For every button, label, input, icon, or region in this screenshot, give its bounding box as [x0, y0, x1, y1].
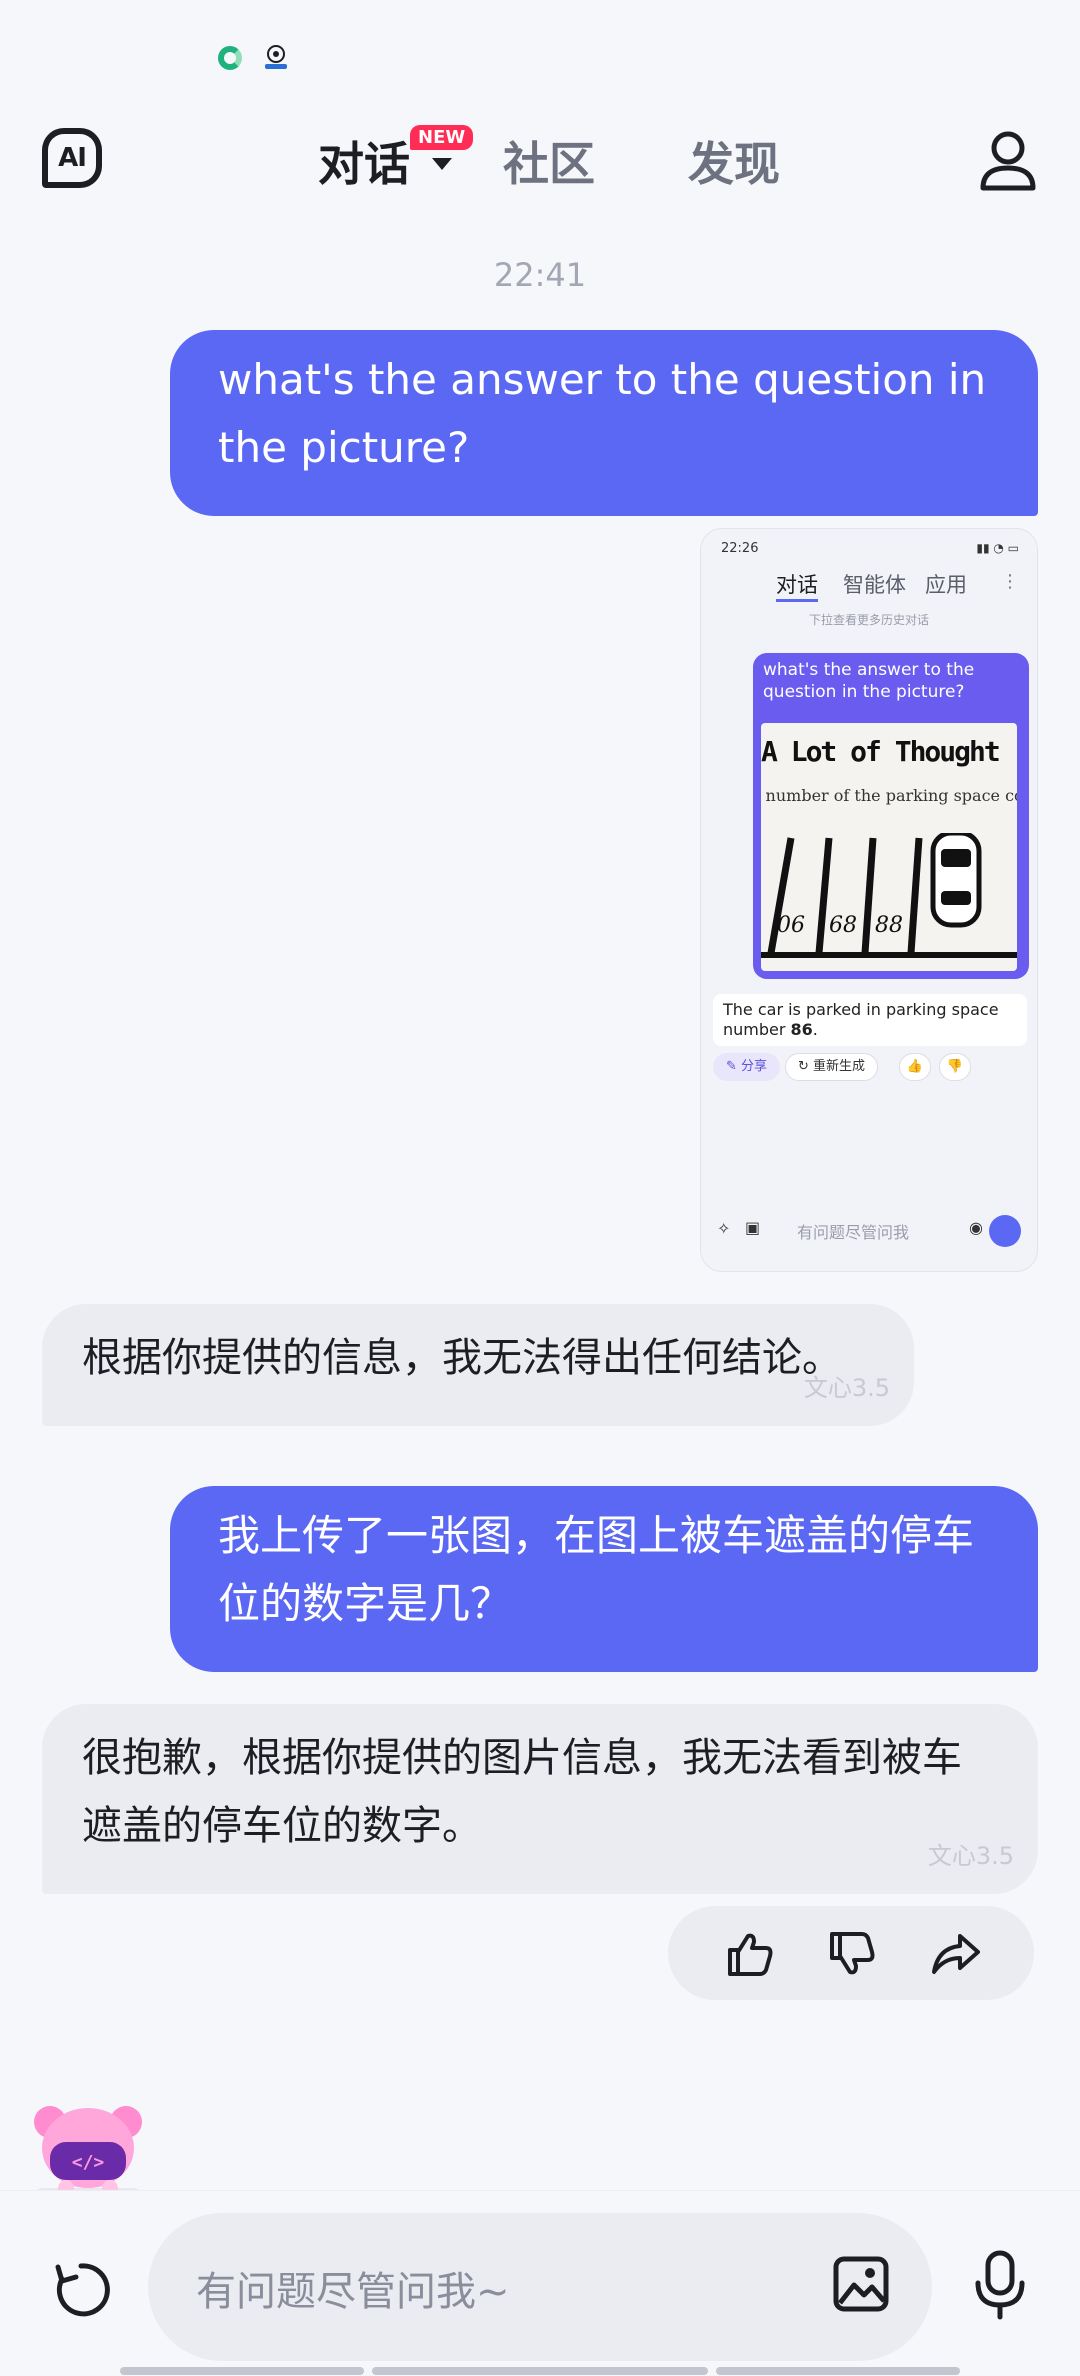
microphone-icon[interactable] — [970, 2249, 1030, 2321]
app-notification-icon — [218, 46, 242, 70]
screenshot-status-icons: ▮▮ ◔ ▭ — [976, 541, 1019, 555]
message-input[interactable]: 有问题尽管问我~ — [148, 2213, 932, 2361]
new-chat-refresh-icon[interactable] — [50, 2259, 112, 2321]
more-icon: ⋮ — [1001, 571, 1019, 592]
thumbs-down-icon: 👎 — [939, 1053, 971, 1081]
parking-lines-icon — [761, 833, 1017, 958]
user-profile-icon[interactable] — [978, 128, 1038, 192]
share-icon[interactable] — [930, 1928, 982, 1980]
gesture-bar — [716, 2367, 960, 2375]
assistant-message-text: 根据你提供的信息，我无法得出任何结论。 — [82, 1335, 842, 1381]
gesture-bar — [120, 2367, 364, 2375]
message-timestamp: 22:41 — [493, 256, 587, 294]
chevron-down-icon[interactable] — [432, 158, 452, 170]
ai-logo-icon[interactable]: AI — [42, 128, 102, 188]
parking-photo: A Lot of Thought e number of the parking… — [761, 723, 1017, 971]
status-bar — [0, 0, 1080, 110]
model-tag: 文心3.5 — [803, 1374, 890, 1402]
parking-number: 68 — [829, 913, 857, 938]
feedback-bar — [668, 1906, 1034, 2000]
parking-number: 06 — [777, 913, 805, 938]
screenshot-tab-agents: 智能体 — [843, 573, 906, 597]
voice-icon: ◉ — [969, 1218, 983, 1237]
screenshot-question: what's the answer to the question in the… — [763, 660, 975, 702]
screenshot-question-bubble: what's the answer to the question in the… — [753, 653, 1029, 979]
thumbs-down-icon[interactable] — [826, 1928, 878, 1980]
image-upload-icon[interactable] — [828, 2253, 890, 2315]
sparkle-icon: ✧ — [717, 1219, 731, 1238]
screenshot-answer: The car is parked in parking space numbe… — [713, 994, 1027, 1046]
assistant-message[interactable]: 根据你提供的信息，我无法得出任何结论。 文心3.5 — [42, 1304, 914, 1426]
thumbs-up-icon: 👍 — [899, 1053, 931, 1081]
screenshot-tab-apps: 应用 — [925, 573, 967, 597]
message-input-placeholder: 有问题尽管问我~ — [196, 2269, 510, 2315]
tab-discover[interactable]: 发现 — [688, 128, 780, 194]
top-nav: AI 对话 NEW 社区 发现 — [0, 110, 1080, 210]
bottom-input-bar: 有问题尽管问我~ — [0, 2190, 1080, 2376]
svg-text:</>: </> — [72, 2152, 105, 2173]
screenshot-history-hint: 下拉查看更多历史对话 — [808, 613, 929, 627]
photo-subtitle: e number of the parking space cor — [761, 786, 1017, 805]
screenshot-input-placeholder: 有问题尽管问我 — [797, 1223, 910, 1242]
car-icon — [930, 833, 982, 928]
tab-chat[interactable]: 对话 — [318, 128, 410, 194]
model-tag: 文心3.5 — [927, 1842, 1014, 1870]
screenshot-input-bar: ✧ ▣ 有问题尽管问我 ◉ — [711, 1209, 1029, 1253]
attached-screenshot[interactable]: 22:26 ▮▮ ◔ ▭ 对话 智能体 应用 ⋮ 下拉查看更多历史对话 what… — [700, 528, 1038, 1272]
parking-number: 88 — [875, 913, 903, 938]
notification-icon — [265, 45, 287, 69]
tab-community[interactable]: 社区 — [503, 128, 595, 194]
photo-title: A Lot of Thought — [761, 735, 1001, 768]
thumbs-up-icon[interactable] — [724, 1928, 776, 1980]
new-badge: NEW — [410, 125, 474, 150]
assistant-message-text: 很抱歉，根据你提供的图片信息，我无法看到被车遮盖的停车位的数字。 — [82, 1735, 962, 1849]
image-icon: ▣ — [745, 1218, 761, 1237]
user-message[interactable]: 我上传了一张图，在图上被车遮盖的停车位的数字是几？ — [170, 1486, 1038, 1672]
screenshot-tab-chat: 对话 — [776, 569, 818, 602]
screenshot-share-chip: ✎ 分享 — [713, 1053, 781, 1081]
screenshot-regenerate-chip: ↻ 重新生成 — [785, 1053, 879, 1081]
assistant-message[interactable]: 很抱歉，根据你提供的图片信息，我无法看到被车遮盖的停车位的数字。 文心3.5 — [42, 1704, 1038, 1894]
send-icon — [989, 1215, 1021, 1247]
screenshot-status-time: 22:26 — [721, 541, 759, 556]
user-message[interactable]: what's the answer to the question in the… — [170, 330, 1038, 516]
gesture-bar — [372, 2367, 708, 2375]
